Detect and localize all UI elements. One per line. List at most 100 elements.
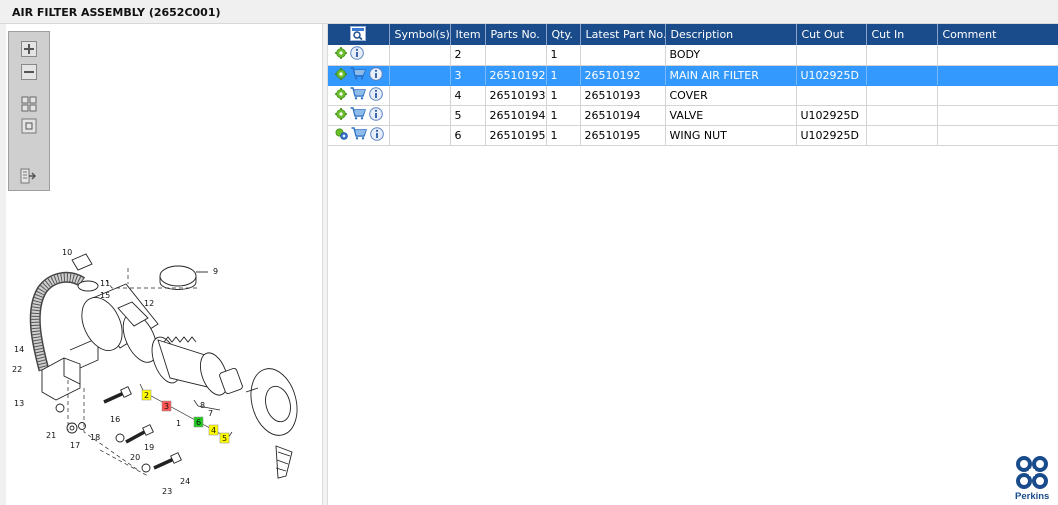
table-row[interactable]: 2 1 BODY xyxy=(328,45,1058,66)
svg-text:4: 4 xyxy=(211,426,216,435)
cell-description: VALVE xyxy=(665,105,797,126)
zoom-in-button[interactable] xyxy=(19,39,39,58)
cell-cut-out: U102925D xyxy=(796,65,867,86)
info-button[interactable] xyxy=(369,86,383,104)
cell-parts-no: 26510193 xyxy=(485,85,547,106)
svg-text:22: 22 xyxy=(12,365,22,374)
perkins-logo: Perkins xyxy=(1012,455,1058,505)
pane-edge xyxy=(0,24,6,505)
details-button[interactable] xyxy=(335,47,347,62)
cell-parts-no: 26510194 xyxy=(485,105,547,126)
info-button[interactable] xyxy=(350,46,364,63)
svg-text:17: 17 xyxy=(70,441,80,450)
info-button[interactable] xyxy=(370,126,384,144)
cell-latest-part-no: 26510195 xyxy=(580,125,666,146)
actual-size-icon xyxy=(21,118,37,133)
svg-text:24: 24 xyxy=(180,477,190,486)
svg-text:9: 9 xyxy=(213,267,218,276)
info-icon xyxy=(369,66,383,81)
details-button[interactable] xyxy=(335,67,347,83)
cell-cut-out: U102925D xyxy=(796,105,867,126)
info-button[interactable] xyxy=(369,66,383,84)
column-header-item[interactable]: Item xyxy=(450,24,486,45)
svg-text:2: 2 xyxy=(144,391,149,400)
cell-cut-in xyxy=(866,45,938,66)
cell-description: BODY xyxy=(665,45,797,66)
svg-text:3: 3 xyxy=(164,402,169,411)
column-header-parts-no[interactable]: Parts No. xyxy=(485,24,547,45)
parts-grid: Symbol(s) Item Parts No. Qty. Latest Par… xyxy=(328,24,1058,505)
row-actions xyxy=(328,65,390,86)
add-to-cart-button[interactable] xyxy=(350,87,366,103)
cell-latest-part-no: 26510192 xyxy=(580,65,666,86)
svg-text:6: 6 xyxy=(196,418,201,427)
add-to-cart-button[interactable] xyxy=(350,67,366,83)
svg-text:12: 12 xyxy=(144,299,154,308)
info-icon xyxy=(370,126,384,141)
title-bar: AIR FILTER ASSEMBLY (2652C001) xyxy=(0,0,1058,24)
info-icon xyxy=(350,46,364,61)
add-to-cart-button[interactable] xyxy=(350,107,366,123)
cell-item: 2 xyxy=(450,45,486,66)
cell-description: WING NUT xyxy=(665,125,797,146)
svg-text:11: 11 xyxy=(100,279,110,288)
actual-size-button[interactable] xyxy=(19,116,39,135)
cell-description: MAIN AIR FILTER xyxy=(665,65,797,86)
cell-item: 6 xyxy=(450,125,486,146)
column-header-cut-out[interactable]: Cut Out xyxy=(796,24,867,45)
export-button[interactable] xyxy=(19,166,39,185)
svg-text:14: 14 xyxy=(14,345,24,354)
cell-cut-out xyxy=(796,45,867,66)
svg-text:18: 18 xyxy=(90,433,100,442)
table-row[interactable]: 3 26510192 1 26510192 MAIN AIR FILTER U102925… xyxy=(328,65,1058,86)
svg-text:20: 20 xyxy=(130,453,140,462)
column-header-comment[interactable]: Comment xyxy=(937,24,1058,45)
search-parts-icon xyxy=(350,25,367,41)
column-header-cut-in[interactable]: Cut In xyxy=(866,24,938,45)
details-button[interactable] xyxy=(335,128,348,143)
details-button[interactable] xyxy=(335,107,347,123)
column-header-latest-part-no[interactable]: Latest Part No. xyxy=(580,24,666,45)
cell-symbols xyxy=(389,125,451,146)
cell-parts-no xyxy=(485,45,547,66)
cell-symbols xyxy=(389,45,451,66)
cell-qty: 1 xyxy=(546,105,581,126)
details-button[interactable] xyxy=(335,87,347,103)
perkins-logo-text: Perkins xyxy=(1015,491,1050,502)
row-actions xyxy=(328,125,390,146)
exploded-parts-drawing[interactable]: 10 9 11 15 12 14 22 13 16 1 8 7 21 17 18… xyxy=(8,220,308,496)
cell-cut-out: U102925D xyxy=(796,125,867,146)
cell-comment xyxy=(937,85,1058,106)
column-header-qty[interactable]: Qty. xyxy=(546,24,581,45)
column-header-symbols[interactable]: Symbol(s) xyxy=(389,24,451,45)
svg-text:23: 23 xyxy=(162,487,172,496)
table-row[interactable]: 6 26510195 1 26510195 WING NUT U102925D xyxy=(328,125,1058,146)
row-actions xyxy=(328,105,390,126)
cell-item: 4 xyxy=(450,85,486,106)
cell-comment xyxy=(937,105,1058,126)
svg-text:10: 10 xyxy=(62,248,72,257)
zoom-toolbox xyxy=(8,31,50,191)
zoom-in-icon xyxy=(21,40,37,57)
svg-text:5: 5 xyxy=(222,434,227,443)
svg-text:13: 13 xyxy=(14,399,24,408)
info-icon xyxy=(369,86,383,101)
add-to-cart-button[interactable] xyxy=(351,127,367,143)
fit-window-button[interactable] xyxy=(19,94,39,113)
cell-parts-no: 26510192 xyxy=(485,65,547,86)
table-row[interactable]: 4 26510193 1 26510193 COVER xyxy=(328,85,1058,106)
cart-icon xyxy=(351,127,367,140)
perkins-logo-mark xyxy=(1016,456,1048,489)
drawing-pane: 10 9 11 15 12 14 22 13 16 1 8 7 21 17 18… xyxy=(0,24,324,505)
cart-icon xyxy=(350,107,366,120)
column-header-actions[interactable] xyxy=(328,24,390,45)
table-row[interactable]: 5 26510194 1 26510194 VALVE U102925D xyxy=(328,105,1058,126)
zoom-out-button[interactable] xyxy=(19,62,39,81)
info-button[interactable] xyxy=(369,106,383,124)
cell-cut-out xyxy=(796,85,867,106)
export-icon xyxy=(20,168,37,183)
cell-qty: 1 xyxy=(546,125,581,146)
cell-comment xyxy=(937,65,1058,86)
cell-qty: 1 xyxy=(546,45,581,66)
column-header-description[interactable]: Description xyxy=(665,24,797,45)
